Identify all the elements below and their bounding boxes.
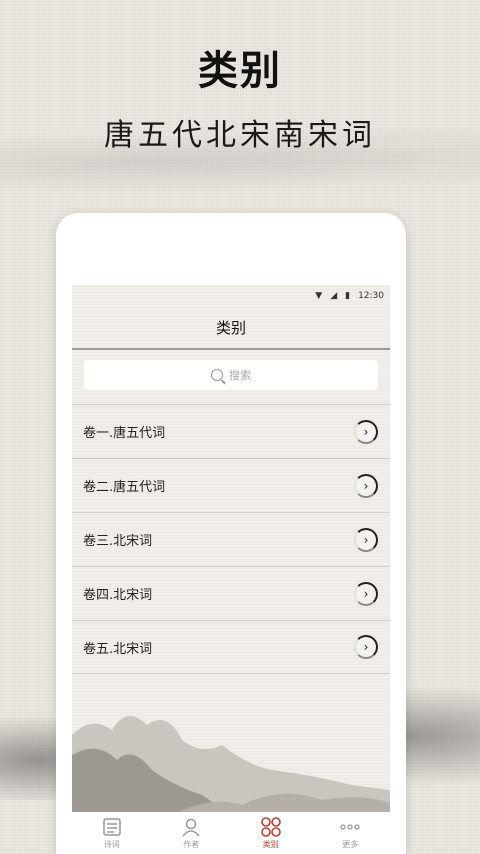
wifi-icon: ▼ (315, 291, 323, 301)
promo-subtitle: 唐五代北宋南宋词 (104, 118, 376, 153)
chevron-right-icon[interactable]: › (354, 635, 378, 659)
person-icon (180, 816, 202, 838)
search-icon (211, 369, 223, 381)
tab-categories[interactable]: 类别 (231, 812, 311, 854)
list-item-label: 卷三.北宋词 (83, 534, 153, 549)
battery-icon: ▮ (345, 291, 351, 301)
list-item[interactable]: 卷一.唐五代词 › (72, 404, 390, 458)
category-icon (260, 816, 282, 838)
status-bar: ▼ ◢ ▮ 12:30 (72, 285, 390, 307)
tab-label: 诗词 (103, 840, 120, 849)
chevron-right-icon[interactable]: › (354, 527, 378, 552)
list-item-label: 卷二.唐五代词 (83, 480, 166, 495)
list-item-label: 卷五.北宋词 (83, 641, 153, 657)
page-title: 类别 (215, 319, 246, 337)
promo-title: 类别 (198, 48, 282, 94)
tab-label: 类别 (262, 840, 279, 849)
tab-authors[interactable]: 作者 (152, 812, 232, 854)
category-list: 卷一.唐五代词 › 卷二.唐五代词 › 卷三.北宋词 › 卷四.北宋词 › 卷五… (72, 404, 390, 674)
list-item-label: 卷一.唐五代词 (83, 426, 166, 441)
tab-more[interactable]: 更多 (311, 812, 391, 854)
chevron-right-icon[interactable]: › (354, 473, 378, 498)
mountain-painting (72, 716, 390, 815)
chevron-right-icon[interactable]: › (354, 419, 378, 444)
status-time: 12:30 (358, 291, 384, 301)
list-item[interactable]: 卷五.北宋词 › (72, 620, 390, 674)
search-placeholder: 搜索 (229, 369, 251, 382)
list-item[interactable]: 卷二.唐五代词 › (72, 458, 390, 512)
more-icon (339, 816, 361, 838)
list-item-label: 卷四.北宋词 (83, 588, 153, 603)
app-screen: ▼ ◢ ▮ 12:30 类别 搜索 卷一.唐五代词 › 卷二.唐五代词 › 卷三… (72, 285, 390, 854)
book-icon (101, 816, 123, 838)
chevron-right-icon[interactable]: › (354, 581, 378, 606)
signal-icon: ◢ (330, 291, 338, 301)
tab-label: 更多 (342, 840, 359, 849)
title-divider (72, 348, 390, 350)
bottom-tab-bar: 诗词 作者 类别 更多 (72, 812, 390, 854)
tab-label: 作者 (183, 840, 200, 849)
tab-poems[interactable]: 诗词 (72, 812, 152, 854)
list-item[interactable]: 卷四.北宋词 › (72, 566, 390, 620)
list-item[interactable]: 卷三.北宋词 › (72, 512, 390, 566)
search-input[interactable]: 搜索 (84, 360, 378, 390)
